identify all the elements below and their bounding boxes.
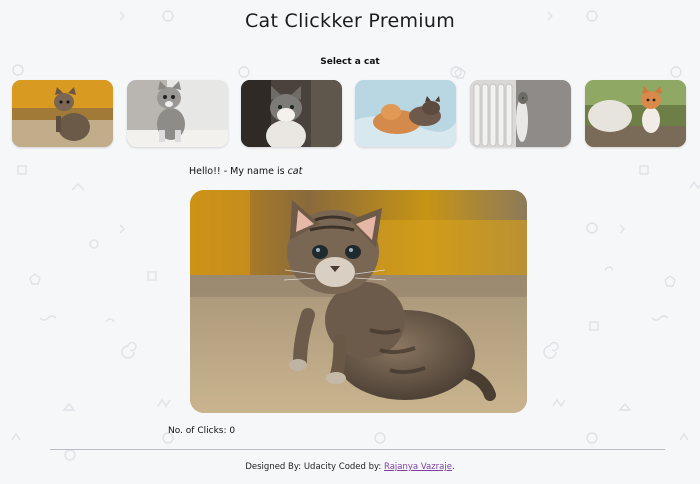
main-cat-image[interactable] (190, 190, 527, 413)
cat-thumbnail[interactable] (241, 80, 342, 147)
cat-image (241, 80, 342, 147)
footer-suffix: . (451, 462, 455, 472)
page: Cat Clickker Premium Select a cat Hello!… (0, 0, 700, 484)
cat-thumbnail[interactable] (355, 80, 456, 147)
app-title: Cat Clickker Premium (244, 10, 456, 32)
footer-divider (50, 449, 665, 450)
cat-image (470, 80, 571, 147)
greeting-text: Hello!! - My name is cat (189, 166, 302, 177)
cat-thumbnail[interactable] (127, 80, 228, 147)
click-counter: No. of Clicks: 0 (168, 426, 235, 436)
cat-thumbnail[interactable] (470, 80, 571, 147)
author-link[interactable]: Rajanya Vazraje (384, 462, 452, 472)
cat-thumbnail[interactable] (12, 80, 113, 147)
cat-image (12, 80, 113, 147)
click-counter-label: No. of Clicks: (168, 426, 227, 436)
footer-credit: Designed By: Udacity Coded by: (245, 462, 382, 472)
select-cat-label: Select a cat (320, 57, 380, 67)
cat-image (127, 80, 228, 147)
cat-image (585, 80, 686, 147)
greeting-prefix: Hello!! - My name is (189, 166, 288, 177)
cat-name: cat (287, 166, 303, 177)
cat-thumbnail[interactable] (585, 80, 686, 147)
cat-thumbnail-list (12, 80, 688, 147)
cat-image (355, 80, 456, 147)
footer: Designed By: Udacity Coded by: Rajanya V… (0, 462, 700, 472)
cat-photo (190, 190, 527, 413)
click-counter-value: 0 (229, 426, 236, 436)
